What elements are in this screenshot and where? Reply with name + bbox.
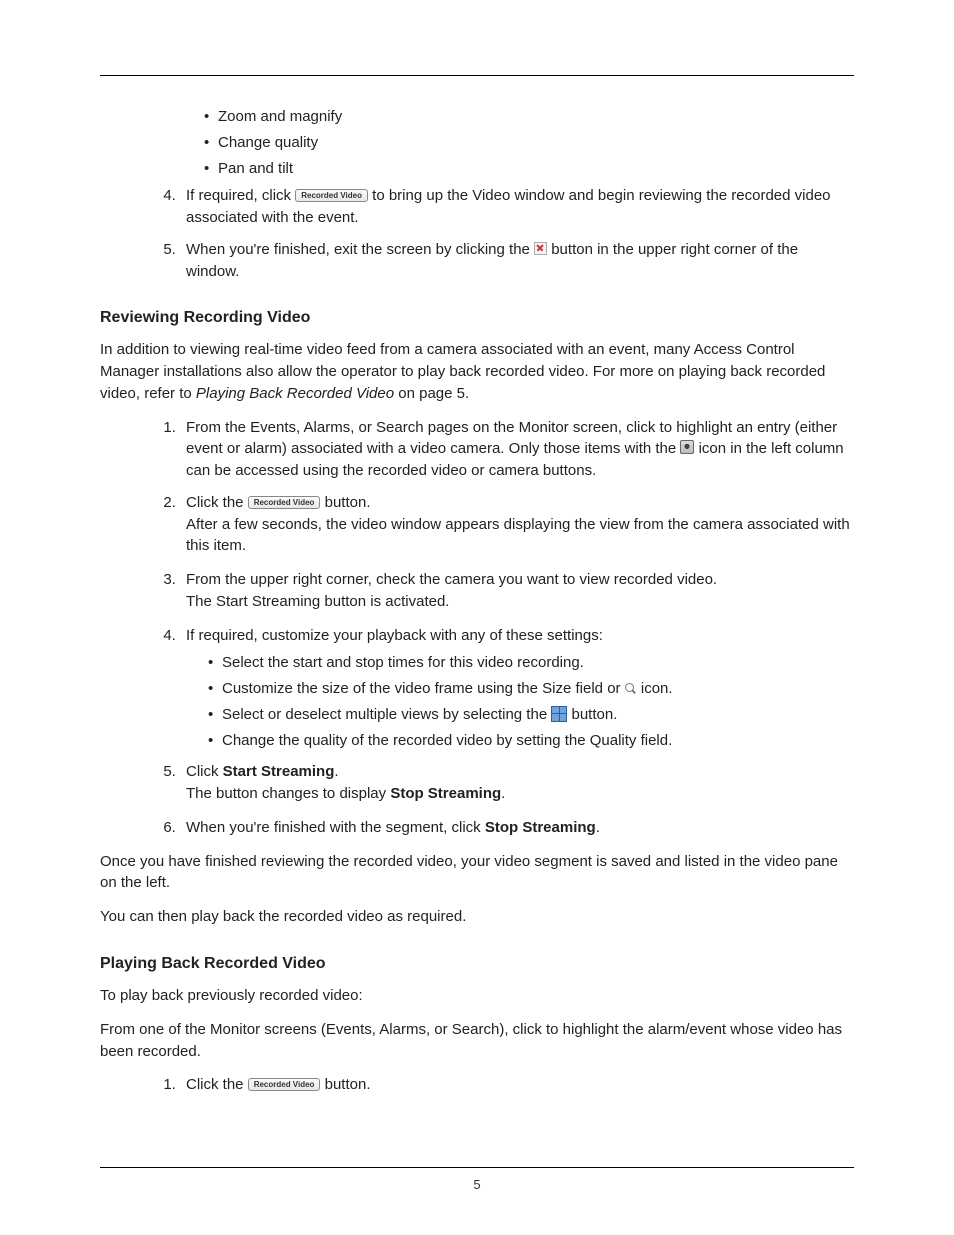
text: icon. — [641, 680, 673, 697]
text: Click the — [186, 494, 248, 511]
text: The button changes to display — [186, 785, 390, 802]
step-detail: After a few seconds, the video window ap… — [186, 514, 854, 558]
bullet-item: Zoom and magnify — [204, 106, 854, 128]
camera-icon — [680, 440, 694, 454]
bullet-item: Select or deselect multiple views by sel… — [208, 704, 854, 726]
prior-steps-list: If required, click Recorded Video to bri… — [100, 185, 854, 282]
text: button. — [325, 494, 371, 511]
step-3: From the upper right corner, check the c… — [180, 569, 854, 613]
paragraph: To play back previously recorded video: — [100, 985, 854, 1007]
text: Click — [186, 763, 223, 780]
step-1: From the Events, Alarms, or Search pages… — [180, 417, 854, 482]
text: Click the — [186, 1076, 248, 1093]
text: When you're finished with the segment, c… — [186, 819, 485, 836]
reviewing-steps-list: From the Events, Alarms, or Search pages… — [100, 417, 854, 839]
step-4: If required, click Recorded Video to bri… — [180, 185, 854, 229]
paragraph: You can then play back the recorded vide… — [100, 906, 854, 928]
text: . — [501, 785, 505, 802]
text: . — [596, 819, 600, 836]
top-sub-bullets: Zoom and magnify Change quality Pan and … — [182, 106, 854, 179]
top-rule — [100, 75, 854, 76]
text: From the upper right corner, check the c… — [186, 571, 717, 588]
step-1: Click the Recorded Video button. — [180, 1074, 854, 1096]
text: If required, click — [186, 187, 295, 204]
recorded-video-button-icon: Recorded Video — [248, 1078, 321, 1091]
text: If required, customize your playback wit… — [186, 627, 603, 644]
step-4: If required, customize your playback wit… — [180, 625, 854, 752]
bullet-item: Select the start and stop times for this… — [208, 652, 854, 674]
multi-view-icon — [551, 706, 567, 722]
text: . — [334, 763, 338, 780]
playback-steps-list: Click the Recorded Video button. — [100, 1074, 854, 1096]
paragraph: From one of the Monitor screens (Events,… — [100, 1019, 854, 1063]
text: button. — [325, 1076, 371, 1093]
bullet-item: Change quality — [204, 132, 854, 154]
text: on page 5. — [398, 385, 469, 402]
text: Select or deselect multiple views by sel… — [222, 706, 551, 723]
section-heading-playback: Playing Back Recorded Video — [100, 952, 854, 975]
step-4-bullets: Select the start and stop times for this… — [186, 652, 854, 751]
step-detail: The button changes to display Stop Strea… — [186, 783, 854, 805]
bullet-item: Customize the size of the video frame us… — [208, 678, 854, 700]
section-heading-reviewing: Reviewing Recording Video — [100, 306, 854, 329]
bullet-item: Change the quality of the recorded video… — [208, 730, 854, 752]
text: Customize the size of the video frame us… — [222, 680, 625, 697]
document-page: Zoom and magnify Change quality Pan and … — [0, 0, 954, 1235]
magnify-icon — [625, 683, 637, 695]
reference-link: Playing Back Recorded Video — [196, 385, 394, 402]
step-5: When you're finished, exit the screen by… — [180, 239, 854, 283]
step-6: When you're finished with the segment, c… — [180, 817, 854, 839]
step-2: Click the Recorded Video button. After a… — [180, 492, 854, 557]
page-number: 5 — [0, 1176, 954, 1195]
action-name: Start Streaming — [223, 763, 335, 780]
step-detail: The Start Streaming button is activated. — [186, 591, 854, 613]
recorded-video-button-icon: Recorded Video — [295, 189, 368, 202]
action-name: Stop Streaming — [485, 819, 596, 836]
close-icon — [534, 242, 547, 255]
bullet-item: Pan and tilt — [204, 158, 854, 180]
step-5: Click Start Streaming. The button change… — [180, 761, 854, 805]
text: button. — [572, 706, 618, 723]
text: When you're finished, exit the screen by… — [186, 241, 534, 258]
paragraph: Once you have finished reviewing the rec… — [100, 851, 854, 895]
action-name: Stop Streaming — [390, 785, 501, 802]
recorded-video-button-icon: Recorded Video — [248, 496, 321, 509]
bottom-rule — [100, 1167, 854, 1168]
paragraph: In addition to viewing real-time video f… — [100, 339, 854, 404]
